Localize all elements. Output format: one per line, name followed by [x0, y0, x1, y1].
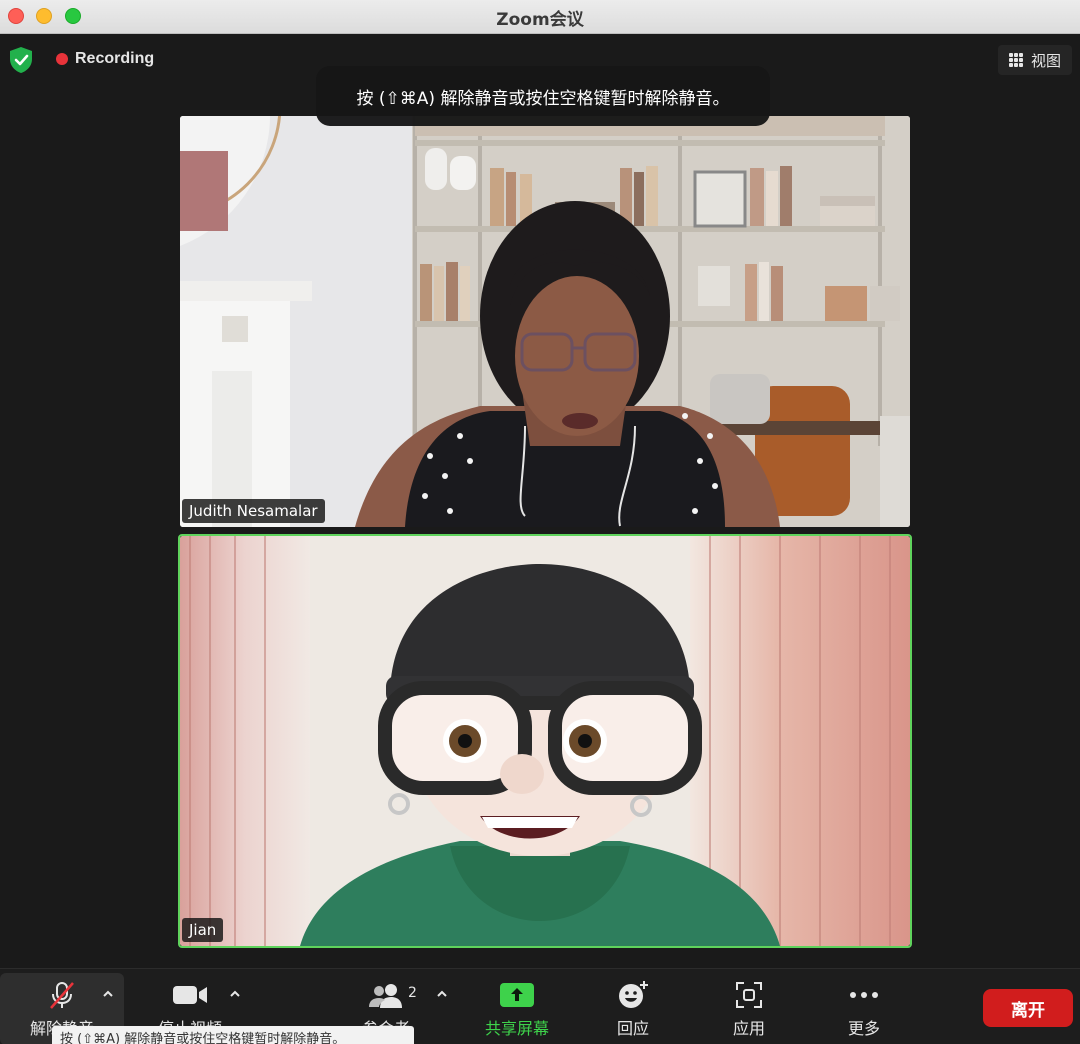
unmute-hint-text: 按 (⇧⌘A) 解除静音或按住空格键暂时解除静音。	[356, 88, 730, 109]
participant-video-feed	[180, 116, 910, 527]
video-tile-judith[interactable]: Judith Nesamalar	[180, 116, 910, 527]
recording-dot-icon	[56, 53, 68, 65]
apps-icon	[736, 982, 762, 1008]
share-screen-button[interactable]: 共享屏幕	[475, 969, 559, 1044]
more-label: 更多	[847, 1019, 880, 1038]
emoji-add-icon	[619, 981, 648, 1008]
window-title: Zoom会议	[496, 10, 584, 30]
more-dots-icon	[850, 992, 878, 998]
video-camera-icon	[173, 986, 207, 1004]
more-button[interactable]: 更多	[834, 969, 894, 1044]
grid-view-icon	[1008, 53, 1023, 67]
shield-check-icon[interactable]	[8, 46, 34, 74]
participant-name-tag: Jian	[182, 918, 224, 942]
view-button[interactable]: 视图	[998, 45, 1072, 75]
reactions-label: 回应	[616, 1019, 649, 1038]
unmute-tooltip: 按 (⇧⌘A) 解除静音或按住空格键暂时解除静音。	[52, 1026, 414, 1044]
unmute-hint-banner: 按 (⇧⌘A) 解除静音或按住空格键暂时解除静音。	[316, 66, 770, 126]
share-screen-icon	[500, 983, 534, 1007]
apps-button[interactable]: 应用	[719, 969, 779, 1044]
recording-label: Recording	[75, 50, 155, 67]
video-tile-jian[interactable]: Jian	[180, 536, 910, 946]
muted-mic-icon	[50, 982, 74, 1009]
video-options-caret-icon[interactable]	[228, 987, 242, 1001]
participants-options-caret-icon[interactable]	[435, 987, 449, 1001]
participant-video-feed	[180, 536, 910, 946]
share-screen-label: 共享屏幕	[484, 1019, 549, 1038]
audio-options-caret-icon[interactable]	[101, 987, 115, 1001]
participant-name-tag: Judith Nesamalar	[182, 499, 325, 523]
recording-indicator[interactable]: Recording	[56, 50, 154, 68]
participants-icon	[369, 984, 402, 1008]
apps-label: 应用	[732, 1019, 765, 1038]
reactions-button[interactable]: 回应	[603, 969, 663, 1044]
leave-meeting-button[interactable]: 离开	[983, 989, 1073, 1027]
view-label: 视图	[1030, 51, 1061, 70]
participants-count: 2	[408, 985, 417, 1001]
title-bar: Zoom会议	[0, 0, 1080, 34]
